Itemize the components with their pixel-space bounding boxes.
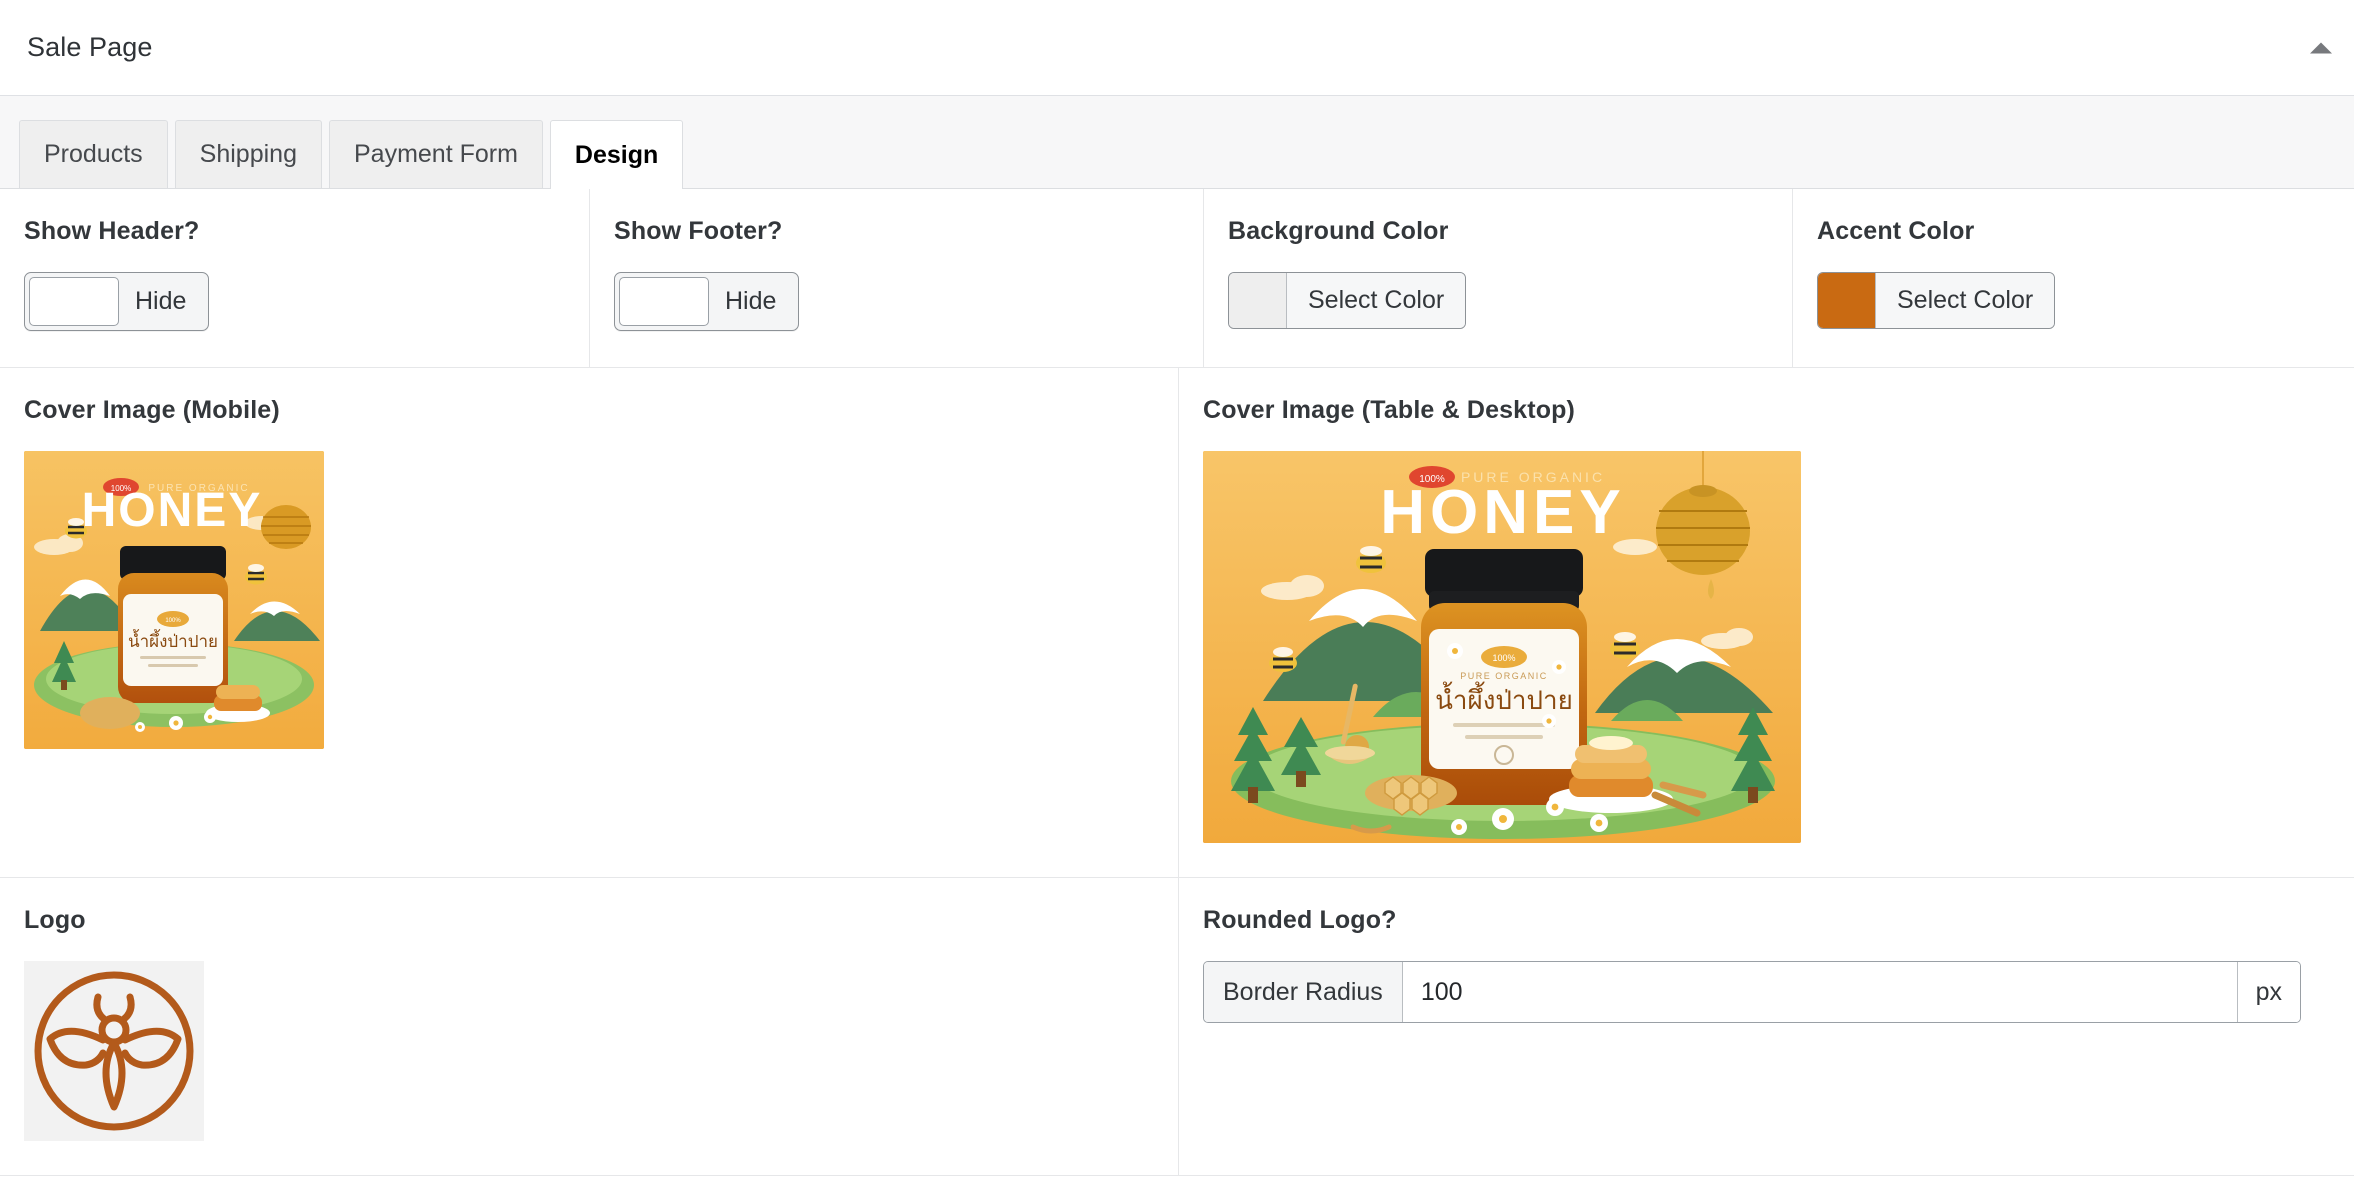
svg-text:น้ำผึ้งป่าปาย: น้ำผึ้งป่าปาย (1435, 681, 1573, 716)
show-footer-toggle-state: Hide (709, 287, 794, 316)
tab-design[interactable]: Design (550, 120, 683, 189)
background-color-field: Background Color Select Color (1203, 189, 1792, 367)
accent-color-swatch (1818, 273, 1876, 328)
border-radius-input[interactable] (1403, 962, 2237, 1022)
logo-label: Logo (24, 906, 1154, 935)
honey-cover-art: 100% PURE ORGANIC HONEY (1203, 451, 1801, 843)
svg-text:HONEY: HONEY (1380, 478, 1625, 547)
show-footer-field: Show Footer? Hide (589, 189, 1203, 367)
show-footer-toggle[interactable]: Hide (614, 272, 799, 331)
caret-up-icon[interactable] (2310, 42, 2332, 53)
cover-images-row: Cover Image (Mobile) (0, 368, 2354, 878)
show-header-label: Show Header? (24, 217, 565, 246)
tab-shipping[interactable]: Shipping (175, 120, 322, 188)
tab-payment-form[interactable]: Payment Form (329, 120, 543, 188)
rounded-logo-label: Rounded Logo? (1203, 906, 2330, 935)
border-radius-unit-label: px (2237, 962, 2300, 1022)
accent-color-label: Accent Color (1817, 217, 2330, 246)
accent-color-picker[interactable]: Select Color (1817, 272, 2055, 329)
show-header-field: Show Header? Hide (0, 189, 589, 367)
svg-text:น้ำผึ้งป่าปาย: น้ำผึ้งป่าปาย (128, 629, 218, 652)
cover-image-mobile-label: Cover Image (Mobile) (24, 396, 1154, 425)
accent-color-field: Accent Color Select Color (1792, 189, 2354, 367)
toggle-knob (29, 277, 119, 326)
show-header-toggle-state: Hide (119, 287, 204, 316)
honey-cover-art: 100% PURE ORGANIC HONEY (24, 451, 324, 749)
tab-products[interactable]: Products (19, 120, 168, 188)
background-color-picker[interactable]: Select Color (1228, 272, 1466, 329)
logo-preview[interactable] (24, 961, 204, 1141)
cover-image-mobile-preview[interactable]: 100% PURE ORGANIC HONEY (24, 451, 324, 749)
bee-logo-icon (24, 961, 204, 1141)
svg-text:HONEY: HONEY (82, 484, 263, 537)
show-footer-label: Show Footer? (614, 217, 1179, 246)
border-radius-prefix-label: Border Radius (1204, 962, 1403, 1022)
tab-bar: Products Shipping Payment Form Design (0, 96, 2354, 189)
rounded-logo-field: Rounded Logo? Border Radius px (1178, 878, 2354, 1175)
cover-image-mobile-field: Cover Image (Mobile) (0, 368, 1178, 877)
svg-text:100%: 100% (165, 618, 181, 624)
cover-image-desktop-preview[interactable]: 100% PURE ORGANIC HONEY (1203, 451, 1801, 843)
cover-image-desktop-field: Cover Image (Table & Desktop) (1178, 368, 2354, 877)
page-title: Sale Page (27, 32, 153, 63)
show-header-toggle[interactable]: Hide (24, 272, 209, 331)
panel-header: Sale Page (0, 0, 2354, 96)
logo-row: Logo Rounded Logo? Bord (0, 878, 2354, 1176)
logo-field: Logo (0, 878, 1178, 1175)
background-color-label: Background Color (1228, 217, 1768, 246)
background-color-swatch (1229, 273, 1287, 328)
background-select-color-button[interactable]: Select Color (1287, 273, 1465, 328)
sale-page-panel: Sale Page Products Shipping Payment Form… (0, 0, 2354, 1192)
border-radius-input-group: Border Radius px (1203, 961, 2301, 1023)
accent-select-color-button[interactable]: Select Color (1876, 273, 2054, 328)
toggle-knob (619, 277, 709, 326)
design-settings-row: Show Header? Hide Show Footer? Hide Back… (0, 189, 2354, 368)
cover-image-desktop-label: Cover Image (Table & Desktop) (1203, 396, 2330, 425)
svg-text:100%: 100% (1492, 653, 1515, 663)
svg-text:PURE ORGANIC: PURE ORGANIC (1460, 671, 1548, 681)
